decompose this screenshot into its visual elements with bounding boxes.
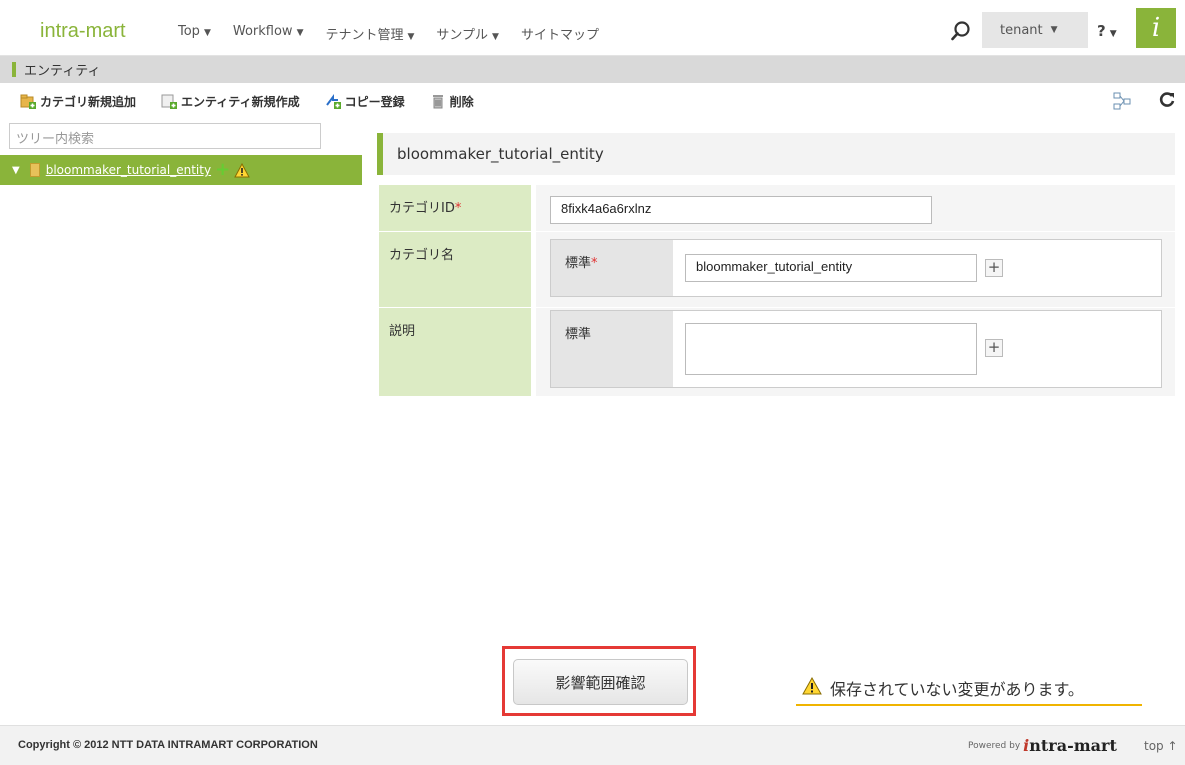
description-sub-label: 標準 [551,311,673,387]
copy-register-label: コピー登録 [344,94,405,109]
nav-top-label: Top [178,24,200,39]
required-mark: * [454,201,462,216]
chevron-down-icon: ▼ [203,28,211,38]
delete-button[interactable]: 削除 [430,93,474,110]
user-menu[interactable]: tenant ▼ [982,12,1088,48]
nav-workflow[interactable]: Workflow ▼ [233,24,304,43]
folder-add-icon [20,93,36,109]
category-name-input[interactable]: bloommaker_tutorial_entity [685,254,977,282]
help-menu[interactable]: ? ▼ [1097,22,1117,40]
nav-sitemap-label: サイトマップ [520,28,599,43]
category-name-sub-label-text: 標準 [565,256,592,271]
nav-workflow-label: Workflow [232,24,293,39]
impact-check-button[interactable]: 影響範囲確認 [513,659,688,705]
nav-sample[interactable]: サンプル ▼ [436,24,499,43]
intramart-logo-icon[interactable]: i [1136,8,1176,48]
warning-icon [234,162,250,178]
nav-tenant-admin-label: テナント管理 [325,28,404,43]
new-entity-button[interactable]: エンティティ新規作成 [161,93,300,110]
nav-sitemap[interactable]: サイトマップ [521,24,599,43]
category-name-cell: 標準* bloommaker_tutorial_entity + [536,232,1175,307]
description-cell: 標準 + [536,308,1175,396]
tree-expand-icon[interactable]: ▼ [12,165,20,176]
add-category-label: カテゴリ新規追加 [40,94,137,109]
tree-node-entity[interactable]: ▼ bloommaker_tutorial_entity + [0,155,362,185]
copyright: Copyright © 2012 NTT DATA INTRAMART CORP… [18,739,318,751]
add-category-button[interactable]: カテゴリ新規追加 [20,93,136,110]
top-link[interactable]: top ↑ [1144,739,1178,753]
powered-by-label: Powered by [968,740,1021,751]
unsaved-message: 保存されていない変更があります。 [830,680,1084,699]
user-name: tenant [1000,22,1043,38]
section-title: bloommaker_tutorial_entity [377,133,1175,175]
chevron-down-icon: ▼ [1109,29,1117,39]
toolbar: カテゴリ新規追加 エンティティ新規作成 コピー登録 削除 [0,83,1185,119]
trash-icon [430,93,446,109]
category-name-label: カテゴリ名 [379,232,531,307]
nav-top[interactable]: Top ▼ [178,24,211,43]
description-row: 説明 標準 + [379,308,1175,396]
tree-node-label[interactable]: bloommaker_tutorial_entity [46,163,211,177]
global-header: intra-mart Top ▼ Workflow ▼ テナント管理 ▼ サンプル ▼ … [0,0,1185,56]
help-label: ? [1097,22,1106,40]
chevron-down-icon: ▼ [407,32,415,42]
page-title-bar: エンティティ [0,56,1185,83]
search-icon[interactable] [950,20,972,42]
chevron-down-icon: ▼ [296,28,304,38]
folder-icon [29,163,40,177]
description-textarea[interactable] [685,323,977,375]
category-id-input[interactable]: 8fixk4a6a6rxlnz [550,196,932,224]
description-label: 説明 [379,308,531,396]
tree-search-input[interactable]: ツリー内検索 [9,123,321,149]
description-subtable: 標準 + [550,310,1162,388]
intramart-footer-logo: intra-mart [1023,736,1117,755]
chevron-down-icon: ▼ [492,32,499,42]
category-name-subtable: 標準* bloommaker_tutorial_entity + [550,239,1162,297]
category-id-label-text: カテゴリID [389,201,455,216]
page: intra-mart Top ▼ Workflow ▼ テナント管理 ▼ サンプル ▼ … [0,0,1185,765]
refresh-icon[interactable] [1158,91,1176,113]
required-mark: * [591,256,598,271]
category-name-sub-label: 標準* [551,240,673,296]
category-id-row: カテゴリID* 8fixk4a6a6rxlnz [379,185,1175,231]
document-add-icon [161,93,178,109]
copy-arrow-icon [325,93,341,109]
category-id-label: カテゴリID* [379,185,531,231]
warning-icon [802,676,822,699]
new-entity-label: エンティティ新規作成 [181,94,300,109]
category-id-cell: 8fixk4a6a6rxlnz [536,185,1175,231]
footer: Copyright © 2012 NTT DATA INTRAMART CORP… [0,725,1185,765]
brand-logo[interactable]: intra-mart [40,20,126,43]
nav-tenant-admin[interactable]: テナント管理 ▼ [325,24,414,43]
delete-label: 削除 [449,94,474,109]
nav-sample-label: サンプル [436,28,489,43]
unsaved-changes-notice: 保存されていない変更があります。 [796,672,1142,706]
global-nav: Top ▼ Workflow ▼ テナント管理 ▼ サンプル ▼ サイトマップ [178,24,599,43]
tree-layout-icon[interactable] [1112,91,1132,115]
title-marker [12,62,16,77]
copy-register-button[interactable]: コピー登録 [325,93,405,110]
powered-by: Powered by intra-mart [968,736,1117,755]
add-locale-button[interactable]: + [985,339,1003,357]
add-icon[interactable]: + [215,161,230,179]
page-title: エンティティ [24,64,101,79]
footer-logo-text: ntra-mart [1029,736,1117,755]
category-name-row: カテゴリ名 標準* bloommaker_tutorial_entity + [379,232,1175,307]
chevron-down-icon: ▼ [1050,25,1058,35]
add-locale-button[interactable]: + [985,259,1003,277]
